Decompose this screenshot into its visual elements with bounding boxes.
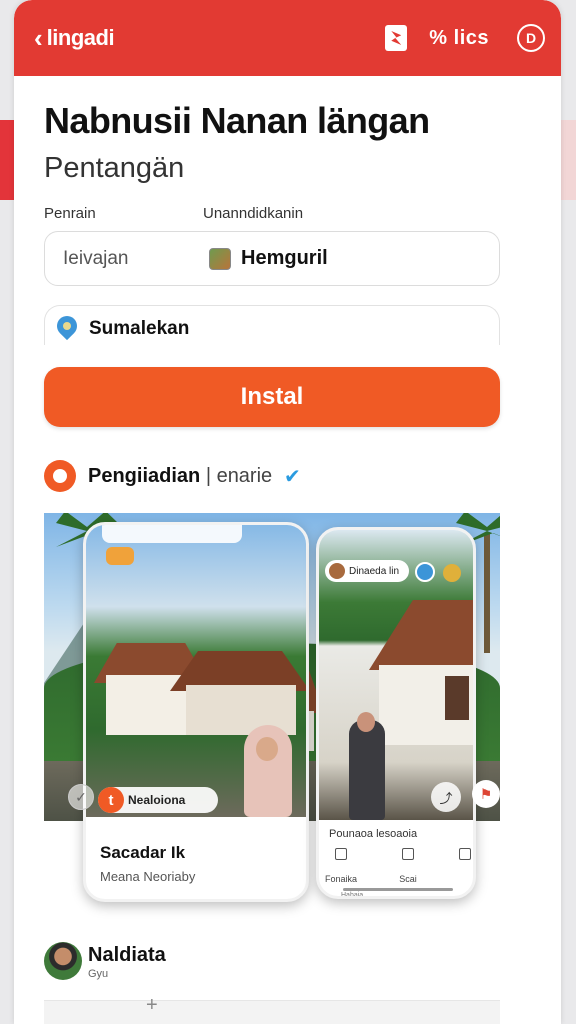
nav-item[interactable]: Fonaika	[325, 848, 357, 884]
background-accent	[0, 120, 14, 200]
app-thumbnail-icon	[209, 247, 231, 270]
phone-preview-1[interactable]: t Nealoiona Sacadar Ik Meana Neoriaby	[83, 522, 309, 902]
user-name: Naldiata	[88, 944, 166, 966]
phone2-person	[349, 720, 385, 820]
check-circle-icon[interactable]: ✓	[68, 784, 94, 810]
user-subtext: Gyu	[88, 968, 109, 980]
avatar	[415, 562, 435, 582]
nav-icon	[458, 848, 471, 860]
avatar	[443, 564, 461, 582]
chevron-left-icon: ‹	[34, 23, 43, 53]
location-field[interactable]: Sumalekan	[44, 305, 500, 345]
document-icon[interactable]	[385, 25, 408, 51]
nav-label: Fonaika	[325, 874, 358, 884]
option-label[interactable]: Pengiiadian | enarie	[88, 465, 272, 488]
back-button[interactable]: ‹ lingadi	[34, 23, 115, 53]
location-label: Sumalekan	[89, 318, 190, 339]
phone2-bottom-label: Hahaia	[341, 892, 364, 899]
phone2-head	[357, 712, 375, 732]
phone1-subtitle: Meana Neoriaby	[100, 869, 196, 884]
phone1-face	[256, 737, 278, 761]
share-icon[interactable]: ⤴	[431, 782, 461, 812]
phone2-caption: Pounaoa lesoaoia	[329, 828, 418, 840]
phone-preview-2[interactable]: Dinaeda lin ⤴ Pounaoa lesoaoia Fonaika S…	[316, 527, 476, 899]
nav-label: Scai	[399, 874, 417, 884]
phone1-title: Sacadar Ik	[100, 843, 186, 862]
avatar	[329, 563, 345, 579]
chip-text: Nealoiona	[128, 793, 186, 807]
avatar	[44, 942, 82, 980]
camera-icon	[106, 547, 134, 565]
home-indicator	[343, 888, 453, 891]
input-placeholder: Ieivajan	[63, 247, 129, 269]
option-label-rest: | enarie	[205, 465, 273, 487]
plus-icon[interactable]: +	[146, 994, 158, 1017]
option-label-bold: Pengiiadian	[88, 465, 201, 487]
install-button[interactable]: Instal	[44, 367, 500, 427]
phone1-status-bar	[102, 525, 242, 543]
phone1-chip[interactable]: t Nealoiona	[98, 787, 218, 813]
header-code-text[interactable]: % lics	[429, 27, 489, 50]
palm-tree	[484, 533, 490, 653]
nav-icon	[335, 848, 348, 860]
power-icon[interactable]: D	[517, 24, 545, 52]
bottom-strip	[44, 1000, 500, 1024]
check-icon: ✔	[284, 466, 301, 488]
option-radio[interactable]	[44, 460, 76, 492]
nav-item[interactable]: Scai	[399, 848, 417, 884]
nav-item[interactable]	[458, 848, 471, 884]
app-header: ‹ lingadi % lics D	[14, 0, 561, 76]
page-title: Nabnusii Nanan längan	[44, 100, 430, 141]
field-label-left: Penrain	[44, 205, 96, 222]
page-subtitle: Pentangän	[44, 152, 185, 184]
power-label: D	[525, 30, 537, 46]
location-pin-icon	[52, 311, 82, 341]
phone2-nav: Fonaika Scai	[325, 848, 471, 884]
chip-badge: t	[98, 787, 124, 813]
phone2-top-chip[interactable]: Dinaeda lin	[325, 560, 409, 582]
search-input[interactable]: Ieivajan Hemguril	[44, 231, 500, 286]
nav-icon	[402, 848, 414, 860]
flag-icon[interactable]: ⚑	[472, 780, 500, 808]
input-value: Hemguril	[241, 247, 328, 269]
phone2-top-chip-text: Dinaeda lin	[349, 565, 400, 577]
back-label: lingadi	[46, 25, 115, 50]
field-label-right: Unanndidkanin	[203, 205, 304, 222]
phone2-window	[445, 676, 469, 720]
